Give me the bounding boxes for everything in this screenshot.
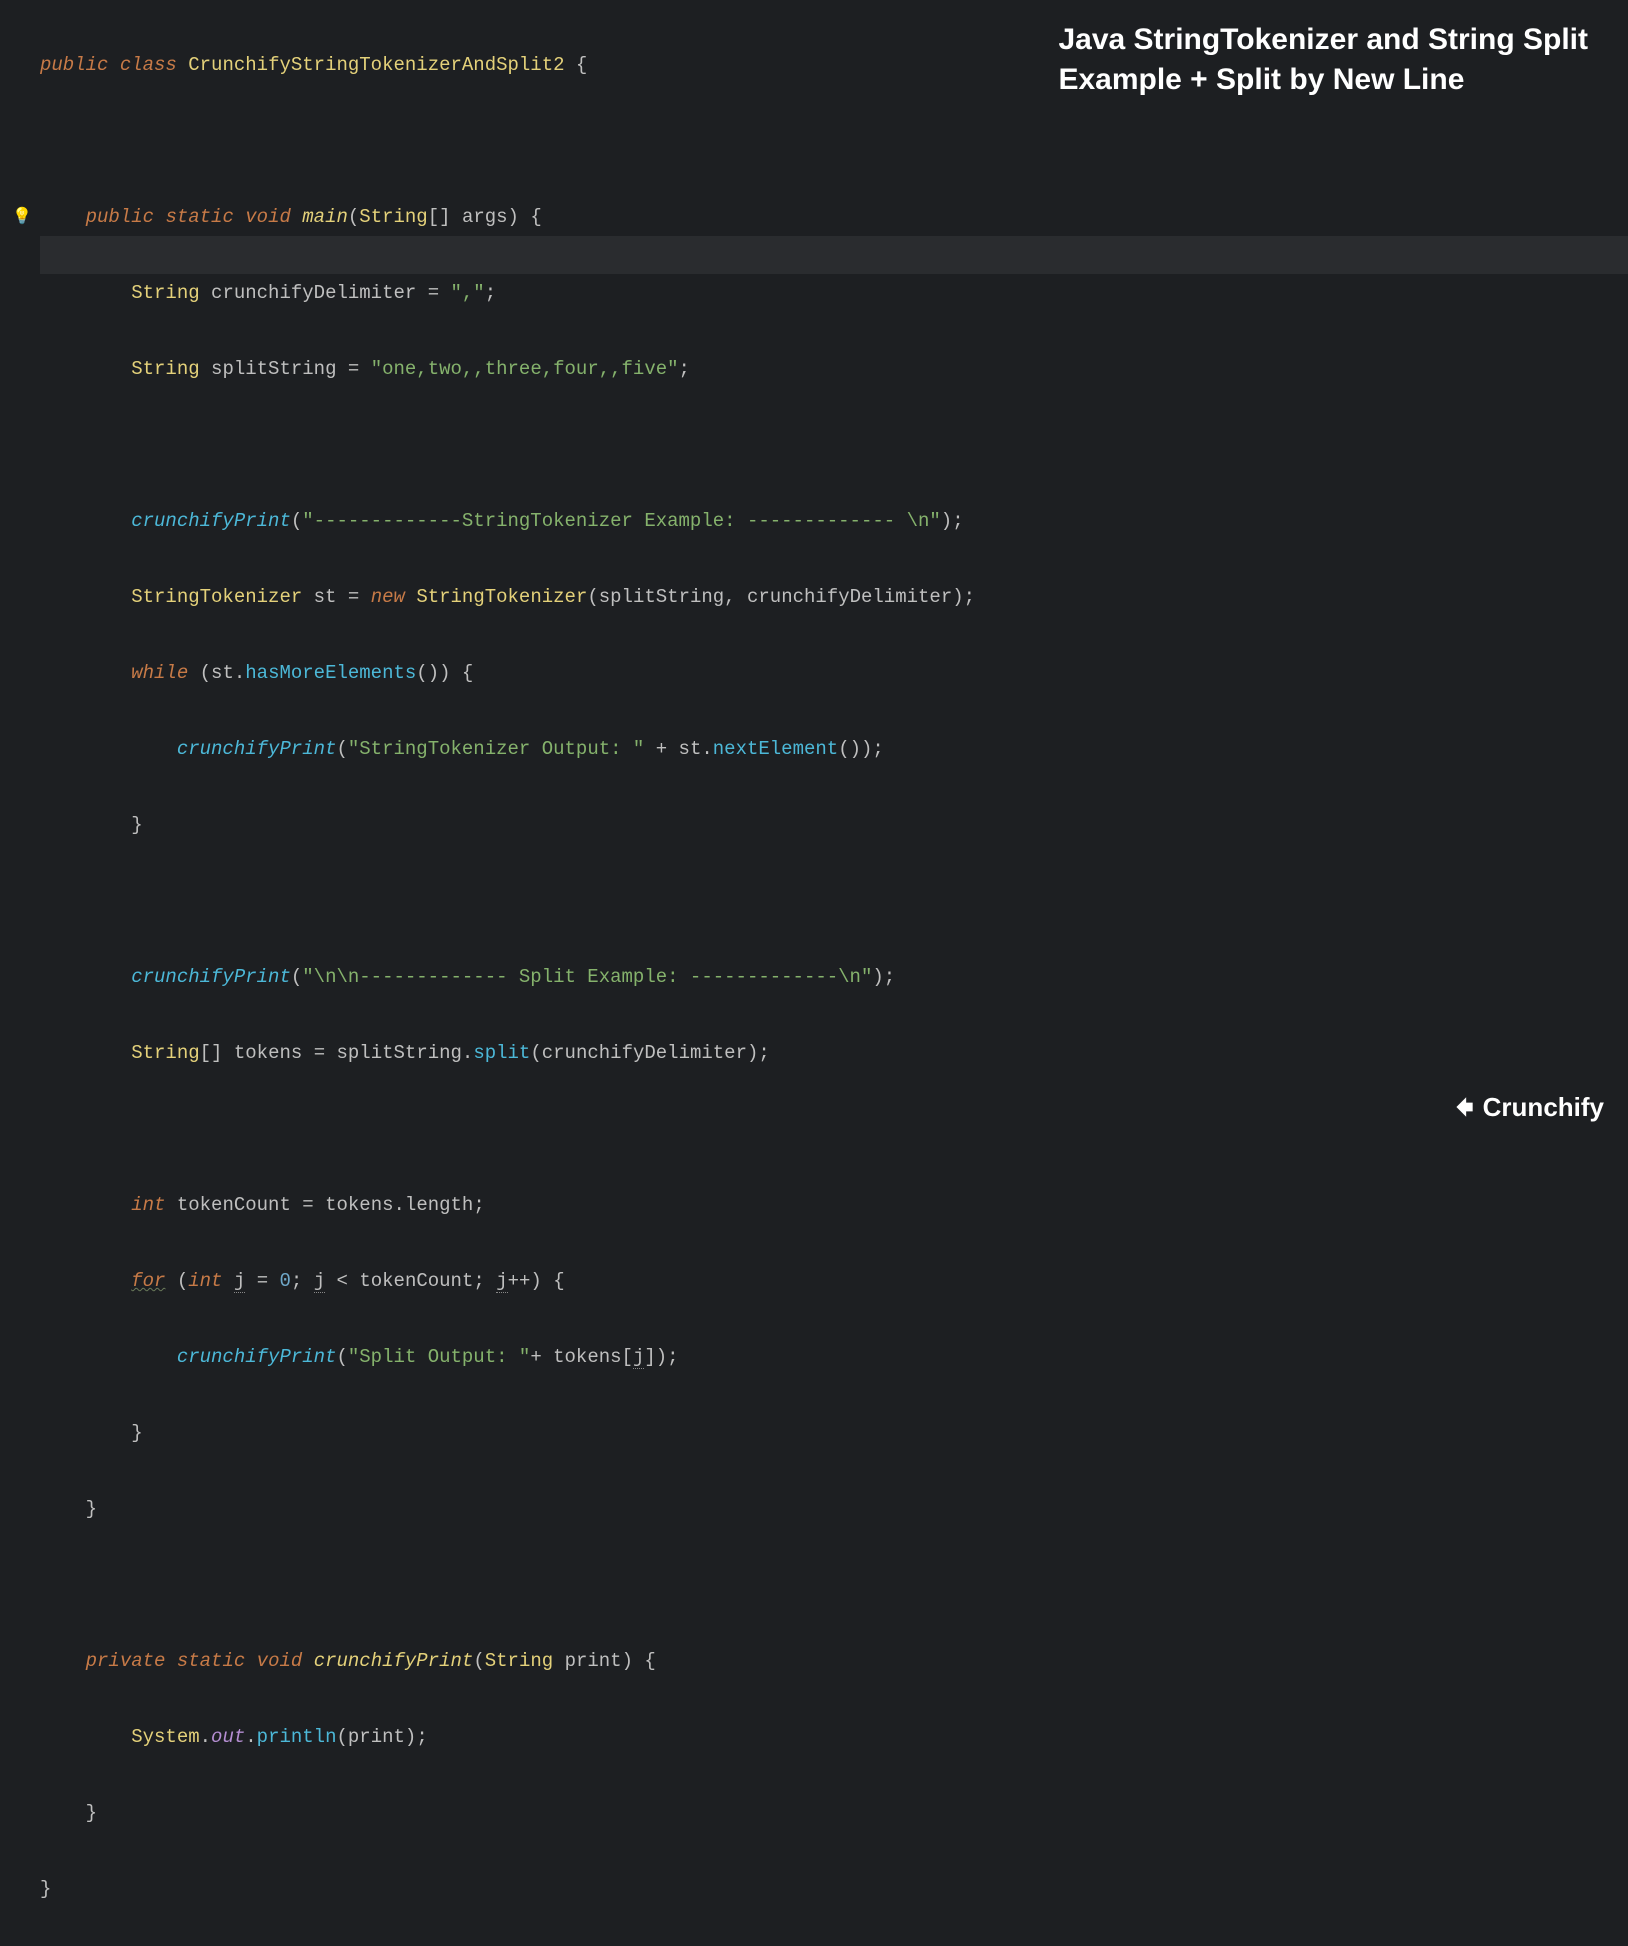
code-line: crunchifyPrint("-------------StringToken… [40, 502, 1628, 540]
overlay-title-line1: Java StringTokenizer and String Split [1058, 20, 1588, 60]
code-line: String[] tokens = splitString.split(crun… [40, 1034, 1628, 1072]
code-line: String crunchifyDelimiter = ","; [40, 274, 1628, 312]
code-line: String splitString = "one,two,,three,fou… [40, 350, 1628, 388]
code-line: while (st.hasMoreElements()) { [40, 654, 1628, 692]
overlay-title-line2: Example + Split by New Line [1058, 60, 1588, 100]
code-line [40, 1110, 1628, 1148]
code-editor[interactable]: public class CrunchifyStringTokenizerAnd… [40, 8, 1628, 1946]
code-line: private static void crunchifyPrint(Strin… [40, 1642, 1628, 1680]
code-line: System.out.println(print); [40, 1718, 1628, 1756]
code-line [40, 882, 1628, 920]
code-line: crunchifyPrint("\n\n------------- Split … [40, 958, 1628, 996]
code-line: } [40, 1870, 1628, 1908]
code-line: StringTokenizer st = new StringTokenizer… [40, 578, 1628, 616]
code-line [40, 426, 1628, 464]
logo-text: Crunchify [1483, 1088, 1604, 1126]
code-line: crunchifyPrint("StringTokenizer Output: … [40, 730, 1628, 768]
code-line: crunchifyPrint("Split Output: "+ tokens[… [40, 1338, 1628, 1376]
code-line: } [40, 1414, 1628, 1452]
code-line: for (int j = 0; j < tokenCount; j++) { [40, 1262, 1628, 1300]
code-line [40, 1566, 1628, 1604]
lightbulb-icon[interactable]: 💡 [12, 198, 32, 236]
code-line: } [40, 1794, 1628, 1832]
code-line: int tokenCount = tokens.length; [40, 1186, 1628, 1224]
code-line: } [40, 1490, 1628, 1528]
overlay-title: Java StringTokenizer and String Split Ex… [1058, 20, 1588, 100]
code-line [40, 122, 1628, 160]
editor-gutter: 💡 [0, 0, 40, 1144]
crunchify-logo: Crunchify [1451, 1088, 1604, 1126]
code-line: public static void main(String[] args) { [40, 198, 1628, 236]
code-line: } [40, 806, 1628, 844]
logo-icon [1451, 1094, 1477, 1120]
